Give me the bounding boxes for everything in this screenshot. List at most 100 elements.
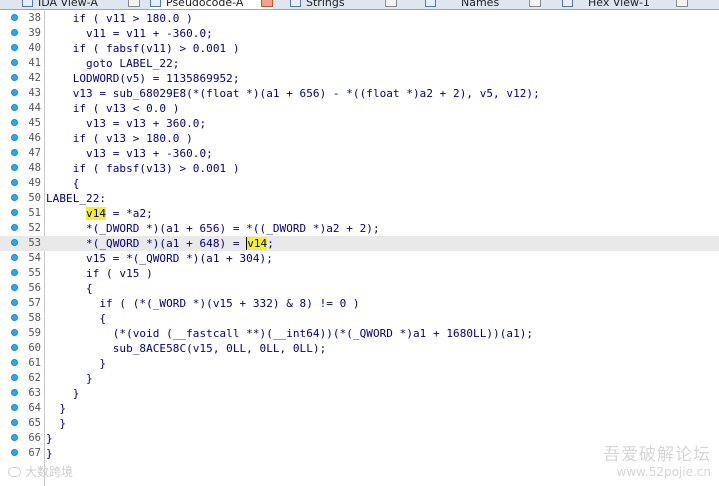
highlighted-identifier[interactable]: v14 (86, 207, 107, 220)
wechat-icon (8, 466, 21, 477)
code-line[interactable]: 56 { (0, 281, 719, 296)
watermark-right: 吾爱破解论坛 www.52pojie.cn (603, 440, 711, 479)
breakpoint-dot-icon[interactable] (11, 359, 18, 366)
code-line[interactable]: 43 v13 = sub_68029E8(*(float *)(a1 + 656… (0, 86, 719, 101)
code-line[interactable]: 51 v14 = *a2; (0, 206, 719, 221)
line-number: 47 (28, 147, 41, 159)
code-line[interactable]: 61 } (0, 356, 719, 371)
breakpoint-dot-icon[interactable] (11, 299, 18, 306)
breakpoint-dot-icon[interactable] (11, 284, 18, 291)
breakpoint-dot-icon[interactable] (11, 44, 18, 51)
breakpoint-dot-icon[interactable] (11, 119, 18, 126)
breakpoint-dot-icon[interactable] (11, 59, 18, 66)
code-line[interactable]: 65 } (0, 416, 719, 431)
line-number: 64 (28, 402, 41, 414)
code-line[interactable]: 57 if ( (*(_WORD *)(v15 + 332) & 8) != 0… (0, 296, 719, 311)
code-line[interactable]: 45 v13 = v13 + 360.0; (0, 116, 719, 131)
code-text: if ( v11 > 180.0 ) (46, 12, 193, 25)
watermark-url: www.52pojie.cn (616, 465, 711, 479)
code-text: v13 = v13 + -360.0; (46, 147, 213, 160)
close-icon[interactable] (675, 0, 688, 7)
breakpoint-dot-icon[interactable] (11, 434, 18, 441)
code-line[interactable]: 52 *(_DWORD *)(a1 + 656) = *((_DWORD *)a… (0, 221, 719, 236)
close-icon[interactable] (261, 0, 274, 7)
breakpoint-dot-icon[interactable] (11, 404, 18, 411)
breakpoint-dot-icon[interactable] (11, 164, 18, 171)
breakpoint-dot-icon[interactable] (11, 239, 18, 246)
code-line[interactable]: 48 if ( fabsf(v13) > 0.001 ) (0, 161, 719, 176)
watermark-left: 大数跨境 (8, 463, 73, 480)
code-text: { (46, 312, 107, 325)
code-line[interactable]: 39 v11 = v11 + -360.0; (0, 26, 719, 41)
breakpoint-dot-icon[interactable] (11, 104, 18, 111)
code-line[interactable]: 64 } (0, 401, 719, 416)
breakpoint-dot-icon[interactable] (11, 209, 18, 216)
code-text: if ( fabsf(v11) > 0.001 ) (46, 42, 240, 55)
breakpoint-dot-icon[interactable] (11, 149, 18, 156)
line-number: 56 (28, 282, 41, 294)
line-number: 43 (28, 87, 41, 99)
code-text: } (46, 432, 53, 445)
breakpoint-dot-icon[interactable] (11, 224, 18, 231)
close-icon[interactable] (127, 0, 140, 7)
code-line[interactable]: 40 if ( fabsf(v11) > 0.001 ) (0, 41, 719, 56)
code-line[interactable]: 53 *(_QWORD *)(a1 + 648) = v14; (0, 236, 719, 251)
code-text: v15 = *(_QWORD *)(a1 + 304); (46, 252, 273, 265)
breakpoint-dot-icon[interactable] (11, 269, 18, 276)
code-line[interactable]: 41 goto LABEL_22; (0, 56, 719, 71)
line-number: 53 (28, 237, 41, 249)
code-line[interactable]: 44 if ( v13 < 0.0 ) (0, 101, 719, 116)
code-text: { (46, 282, 93, 295)
breakpoint-dot-icon[interactable] (11, 314, 18, 321)
line-number: 59 (28, 327, 41, 339)
breakpoint-dot-icon[interactable] (11, 194, 18, 201)
breakpoint-dot-icon[interactable] (11, 419, 18, 426)
breakpoint-dot-icon[interactable] (11, 329, 18, 336)
code-line[interactable]: 49 { (0, 176, 719, 191)
code-line[interactable]: 42 LODWORD(v5) = 1135869952; (0, 71, 719, 86)
code-line[interactable]: 60 sub_8ACE58C(v15, 0LL, 0LL, 0LL); (0, 341, 719, 356)
code-line[interactable]: 58 { (0, 311, 719, 326)
code-line[interactable]: 50 LABEL_22: (0, 191, 719, 206)
breakpoint-dot-icon[interactable] (11, 74, 18, 81)
code-line[interactable]: 47 v13 = v13 + -360.0; (0, 146, 719, 161)
breakpoint-dot-icon[interactable] (11, 14, 18, 21)
line-number: 44 (28, 102, 41, 114)
breakpoint-dot-icon[interactable] (11, 179, 18, 186)
close-icon[interactable] (529, 0, 542, 7)
breakpoint-dot-icon[interactable] (11, 89, 18, 96)
tab-ida-view[interactable]: IDA View-A (22, 0, 140, 9)
highlighted-identifier[interactable]: v14 (246, 237, 268, 250)
breakpoint-dot-icon[interactable] (11, 134, 18, 141)
tab-pseudocode[interactable]: Pseudocode-A (150, 0, 274, 9)
tab-strings[interactable]: Strings (290, 0, 397, 9)
line-number: 67 (28, 447, 41, 459)
breakpoint-dot-icon[interactable] (11, 254, 18, 261)
code-line[interactable]: 59 (*(void (__fastcall **)(__int64))(*(_… (0, 326, 719, 341)
line-number: 62 (28, 372, 41, 384)
code-line[interactable]: 62 } (0, 371, 719, 386)
tab-label: IDA View-A (38, 0, 98, 9)
tab-bar: IDA View-A Pseudocode-A Strings Names He… (0, 0, 719, 10)
breakpoint-dot-icon[interactable] (11, 344, 18, 351)
code-text: *(_DWORD *)(a1 + 656) = *((_DWORD *)a2 +… (46, 222, 380, 235)
code-line[interactable]: 54 v15 = *(_QWORD *)(a1 + 304); (0, 251, 719, 266)
ida-view-icon (22, 0, 33, 7)
breakpoint-dot-icon[interactable] (11, 449, 18, 456)
tab-names[interactable]: Names (425, 0, 542, 9)
close-icon[interactable] (384, 0, 397, 7)
code-text: if ( (*(_WORD *)(v15 + 332) & 8) != 0 ) (46, 297, 360, 310)
code-line[interactable]: 38 if ( v11 > 180.0 ) (0, 11, 719, 26)
code-line[interactable]: 46 if ( v13 > 180.0 ) (0, 131, 719, 146)
tab-hex-view[interactable]: Hex View-1 (562, 0, 688, 9)
pseudocode-editor[interactable]: 38 if ( v11 > 180.0 ) 39 v11 = v11 + -360… (0, 11, 719, 486)
breakpoint-dot-icon[interactable] (11, 29, 18, 36)
code-text: v13 = v13 + 360.0; (46, 117, 207, 130)
code-text: } (46, 372, 93, 385)
code-line[interactable]: 63 } (0, 386, 719, 401)
code-text: if ( v15 ) (46, 267, 153, 280)
breakpoint-dot-icon[interactable] (11, 374, 18, 381)
names-icon (425, 0, 436, 7)
code-line[interactable]: 55 if ( v15 ) (0, 266, 719, 281)
breakpoint-dot-icon[interactable] (11, 389, 18, 396)
